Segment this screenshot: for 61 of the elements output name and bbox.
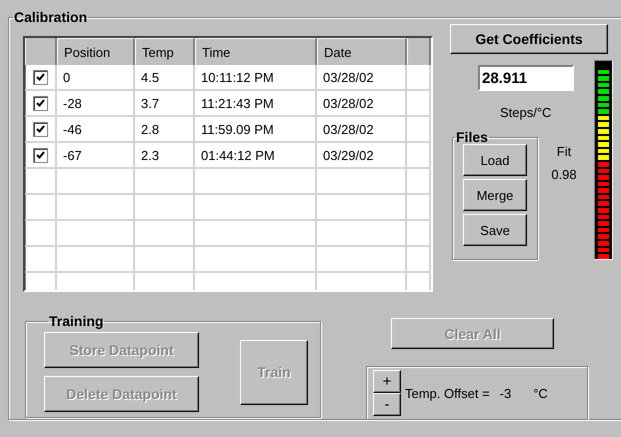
table-cell: [25, 247, 57, 273]
table-cell: -28: [57, 91, 135, 117]
table-cell: -46: [57, 117, 135, 143]
increment-button[interactable]: +: [373, 370, 401, 393]
table-cell: 11:59.09 PM: [195, 117, 317, 143]
coefficient-field[interactable]: 28.911: [478, 65, 574, 91]
header-cell: [25, 38, 57, 65]
table-cell: 01:44:12 PM: [195, 143, 317, 169]
file-button[interactable]: Merge: [463, 179, 527, 211]
header-cell: [407, 38, 431, 65]
table-cell: 10:11:12 PM: [195, 65, 317, 91]
checkbox[interactable]: [32, 70, 48, 84]
fit-label: Fit: [556, 144, 572, 159]
offset-label: Temp. Offset =: [405, 386, 490, 400]
offset-unit: °C: [533, 386, 548, 400]
units-label: Steps/°C: [500, 105, 552, 120]
column-header[interactable]: Date: [317, 38, 407, 65]
table-cell: 2.3: [135, 143, 195, 169]
column-header[interactable]: Time: [195, 38, 317, 65]
checkbox[interactable]: [32, 96, 48, 110]
decrement-button[interactable]: -: [373, 393, 401, 416]
group-title: Calibration: [13, 10, 88, 24]
table-cell: [135, 221, 195, 247]
table-cell: 03/29/02: [317, 143, 407, 169]
group-title: Files: [455, 130, 489, 144]
table-cell: 03/28/02: [317, 65, 407, 91]
table-cell: [25, 195, 57, 221]
file-button[interactable]: Save: [463, 214, 527, 246]
table-cell: [407, 143, 431, 169]
table-cell: [407, 91, 431, 117]
table-cell: [25, 221, 57, 247]
checkmark-icon: [36, 73, 44, 81]
table-cell: 03/28/02: [317, 117, 407, 143]
table-cell: 11:21:43 PM: [195, 91, 317, 117]
table-cell: [407, 169, 431, 195]
table-cell: [407, 247, 431, 273]
checkbox[interactable]: [32, 148, 48, 162]
get-coefficients-button[interactable]: Get Coefficients: [450, 24, 608, 54]
table-cell: [407, 117, 431, 143]
table-cell: 2.8: [135, 117, 195, 143]
group-title: Training: [48, 314, 104, 328]
table-cell: [407, 195, 431, 221]
table-cell: [407, 221, 431, 247]
table-cell: 3.7: [135, 91, 195, 117]
checkbox[interactable]: [32, 122, 48, 136]
table-cell: [135, 247, 195, 273]
column-header[interactable]: Position: [57, 38, 135, 65]
table-cell: 03/28/02: [317, 91, 407, 117]
table-cell: 0: [57, 65, 135, 91]
offset-value: -3: [500, 386, 512, 400]
checkmark-icon: [36, 125, 44, 133]
table-cell: [135, 195, 195, 221]
table-cell: [135, 169, 195, 195]
column-header[interactable]: Temp: [135, 38, 195, 65]
file-button[interactable]: Load: [463, 144, 527, 176]
checkmark-icon: [36, 151, 44, 159]
table-cell: 4.5: [135, 65, 195, 91]
table-cell: [407, 65, 431, 91]
table-cell: -67: [57, 143, 135, 169]
checkmark-icon: [36, 99, 44, 107]
fit-value: 0.98: [551, 167, 577, 182]
